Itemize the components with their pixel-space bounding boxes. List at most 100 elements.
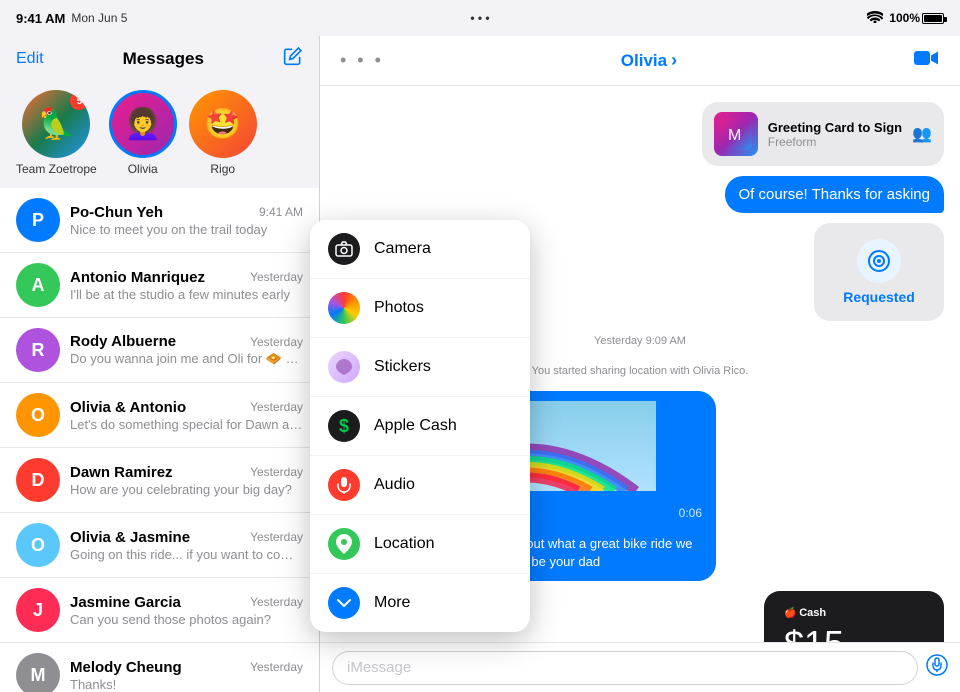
msg-time-4: Yesterday (250, 400, 303, 414)
popup-item-location[interactable]: Location (310, 515, 530, 574)
msg-preview-7: Can you send those photos again? (70, 612, 303, 627)
location-icon (328, 528, 360, 560)
pinned-contact-olivia[interactable]: 👩‍🦱 Olivia (109, 90, 177, 176)
header-dots: • • • (340, 50, 384, 71)
msg-content-8: Melody Cheung Yesterday Thanks! (70, 659, 303, 692)
msg-name-8: Melody Cheung (70, 659, 182, 676)
avatar-olivia-antonio: O (16, 393, 60, 437)
msg-preview-3: Do you wanna join me and Oli for 🧇 break… (70, 351, 303, 367)
contact-name[interactable]: Olivia › (621, 50, 677, 71)
popup-menu: Camera Photos Stickers $ Apple Cash Audi… (310, 220, 530, 632)
requested-bubble: Requested (814, 223, 944, 321)
popup-item-more[interactable]: More (310, 574, 530, 632)
sidebar-header: Edit Messages (0, 36, 319, 78)
input-placeholder: iMessage (347, 659, 411, 676)
compose-button[interactable] (283, 46, 303, 72)
msg-content-7: Jasmine Garcia Yesterday Can you send th… (70, 594, 303, 627)
pinned-name-olivia: Olivia (128, 162, 158, 176)
pinned-contact-team[interactable]: 🦜 5 Team Zoetrope (16, 90, 97, 176)
popup-item-photos[interactable]: Photos (310, 279, 530, 338)
msg-name-5: Dawn Ramirez (70, 464, 173, 481)
msg-preview-4: Let's do something special for Dawn at t… (70, 417, 303, 432)
msg-content-5: Dawn Ramirez Yesterday How are you celeb… (70, 464, 303, 497)
msg-preview-5: How are you celebrating your big day? (70, 482, 303, 497)
sidebar-title: Messages (123, 49, 204, 69)
msg-content-4: Olivia & Antonio Yesterday Let's do some… (70, 399, 303, 432)
avatar-jasmine: J (16, 588, 60, 632)
more-icon (328, 587, 360, 619)
popup-item-audio[interactable]: Audio (310, 456, 530, 515)
msg-time-2: Yesterday (250, 270, 303, 284)
edit-button[interactable]: Edit (16, 50, 44, 68)
message-item-7[interactable]: J Jasmine Garcia Yesterday Can you send … (0, 578, 319, 643)
chat-header: • • • Olivia › (320, 36, 960, 86)
greeting-thumb: M (714, 112, 758, 156)
msg-content-1: Po-Chun Yeh 9:41 AM Nice to meet you on … (70, 204, 303, 237)
pinned-contacts: 🦜 5 Team Zoetrope 👩‍🦱 Olivia 🤩 Rigo (0, 78, 319, 188)
popup-item-stickers[interactable]: Stickers (310, 338, 530, 397)
camera-label: Camera (374, 240, 431, 258)
message-item-3[interactable]: R Rody Albuerne Yesterday Do you wanna j… (0, 318, 319, 383)
message-item-5[interactable]: D Dawn Ramirez Yesterday How are you cel… (0, 448, 319, 513)
video-call-button[interactable] (914, 48, 940, 74)
message-list: P Po-Chun Yeh 9:41 AM Nice to meet you o… (0, 188, 319, 692)
imessage-input[interactable]: iMessage (332, 651, 918, 685)
message-item-1[interactable]: P Po-Chun Yeh 9:41 AM Nice to meet you o… (0, 188, 319, 253)
wifi-icon (867, 11, 883, 26)
msg-name-7: Jasmine Garcia (70, 594, 181, 611)
message-item-4[interactable]: O Olivia & Antonio Yesterday Let's do so… (0, 383, 319, 448)
avatar-melody: M (16, 653, 60, 692)
svg-text:M: M (728, 127, 741, 144)
status-time: 9:41 AM (16, 11, 65, 26)
photos-icon (328, 292, 360, 324)
sidebar: Edit Messages 🦜 5 Team Zoetrope 👩‍🦱 Oliv… (0, 36, 320, 692)
msg-preview-1: Nice to meet you on the trail today (70, 222, 303, 237)
msg-preview-8: Thanks! (70, 677, 303, 692)
msg-time-6: Yesterday (250, 530, 303, 544)
msg-content-2: Antonio Manriquez Yesterday I'll be at t… (70, 269, 303, 302)
pinned-avatar-olivia: 👩‍🦱 (109, 90, 177, 158)
pinned-avatar-rigo: 🤩 (189, 90, 257, 158)
greeting-text: Greeting Card to Sign Freeform (768, 120, 902, 149)
popup-item-camera[interactable]: Camera (310, 220, 530, 279)
greeting-title: Greeting Card to Sign (768, 120, 902, 135)
popup-item-applecash[interactable]: $ Apple Cash (310, 397, 530, 456)
msg-preview-6: Going on this ride... if you want to com… (70, 547, 303, 562)
people-icon: 👥 (912, 124, 932, 144)
message-item-6[interactable]: O Olivia & Jasmine Yesterday Going on th… (0, 513, 319, 578)
status-date: Mon Jun 5 (71, 11, 127, 25)
chevron-icon: › (671, 50, 677, 71)
pinned-name-rigo: Rigo (210, 162, 235, 176)
audio-input-button[interactable] (926, 654, 948, 682)
msg-name-4: Olivia & Antonio (70, 399, 186, 416)
more-label: More (374, 594, 410, 612)
avatar-dawn: D (16, 458, 60, 502)
input-bar: iMessage (320, 642, 960, 692)
stickers-icon (328, 351, 360, 383)
requested-label: Requested (843, 289, 915, 305)
msg-content-3: Rody Albuerne Yesterday Do you wanna joi… (70, 333, 303, 367)
audio-label: Audio (374, 476, 415, 494)
pinned-avatar-team: 🦜 5 (22, 90, 90, 158)
msg-time-8: Yesterday (250, 660, 303, 674)
greeting-subtitle: Freeform (768, 135, 902, 149)
pinned-badge-team: 5 (70, 92, 88, 110)
audio-icon (328, 469, 360, 501)
stickers-label: Stickers (374, 358, 431, 376)
apple-cash-label: Apple Cash (374, 417, 457, 435)
avatar-rody: R (16, 328, 60, 372)
message-item-8[interactable]: M Melody Cheung Yesterday Thanks! (0, 643, 319, 692)
msg-time-3: Yesterday (250, 335, 303, 349)
pinned-name-team: Team Zoetrope (16, 162, 97, 176)
apple-cash-card: 🍎 Cash $15 (764, 591, 944, 642)
pinned-contact-rigo[interactable]: 🤩 Rigo (189, 90, 257, 176)
avatar-pochun: P (16, 198, 60, 242)
msg-time-7: Yesterday (250, 595, 303, 609)
msg-name-2: Antonio Manriquez (70, 269, 205, 286)
message-item-2[interactable]: A Antonio Manriquez Yesterday I'll be at… (0, 253, 319, 318)
requested-icon (857, 239, 901, 283)
apple-cash-icon: $ (328, 410, 360, 442)
msg-preview-2: I'll be at the studio a few minutes earl… (70, 287, 303, 302)
msg-time-1: 9:41 AM (259, 205, 303, 219)
msg-name-1: Po-Chun Yeh (70, 204, 163, 221)
